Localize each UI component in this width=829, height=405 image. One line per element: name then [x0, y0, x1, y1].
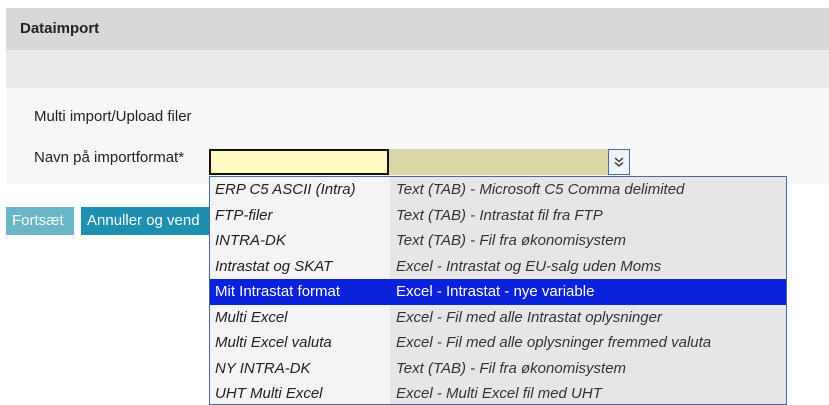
- dropdown-option[interactable]: Mit Intrastat format Excel - Intrastat -…: [210, 279, 786, 305]
- option-name: INTRA-DK: [210, 228, 390, 254]
- option-name: UHT Multi Excel: [210, 381, 390, 404]
- import-format-input[interactable]: [209, 149, 389, 175]
- option-name: FTP-filer: [210, 202, 390, 228]
- option-description: Excel - Intrastat og EU-salg uden Moms: [390, 253, 786, 279]
- import-format-label: Navn på importformat*: [34, 149, 185, 166]
- option-description: Excel - Multi Excel fil med UHT: [390, 381, 786, 404]
- panel-toolbar: [6, 50, 829, 88]
- option-name: NY INTRA-DK: [210, 355, 390, 381]
- continue-button[interactable]: Fortsæt: [6, 207, 74, 235]
- import-format-dropdown-list[interactable]: ERP C5 ASCII (Intra) Text (TAB) - Micros…: [209, 176, 787, 405]
- dropdown-option[interactable]: Multi Excel valuta Excel - Fil med alle …: [210, 330, 786, 356]
- option-name: ERP C5 ASCII (Intra): [210, 177, 390, 203]
- option-description: Text (TAB) - Fil fra økonomisystem: [390, 355, 786, 381]
- dropdown-option[interactable]: ERP C5 ASCII (Intra) Text (TAB) - Micros…: [210, 177, 786, 203]
- option-name: Mit Intrastat format: [210, 279, 390, 305]
- cancel-return-button[interactable]: Annuller og vend: [81, 207, 211, 235]
- chevron-down-icon: [614, 157, 624, 167]
- option-description: Excel - Intrastat - nye variable: [390, 279, 786, 305]
- option-name: Multi Excel: [210, 304, 390, 330]
- dropdown-option[interactable]: FTP-filer Text (TAB) - Intrastat fil fra…: [210, 202, 786, 228]
- panel-title: Dataimport: [6, 8, 829, 50]
- dropdown-option[interactable]: NY INTRA-DK Text (TAB) - Fil fra økonomi…: [210, 355, 786, 381]
- dropdown-option[interactable]: Intrastat og SKAT Excel - Intrastat og E…: [210, 253, 786, 279]
- section-label: Multi import/Upload filer: [34, 108, 192, 125]
- dropdown-option[interactable]: Multi Excel Excel - Fil med alle Intrast…: [210, 304, 786, 330]
- dropdown-option[interactable]: UHT Multi Excel Excel - Multi Excel fil …: [210, 381, 786, 404]
- option-description: Text (TAB) - Fil fra økonomisystem: [390, 228, 786, 254]
- option-description: Excel - Fil med alle oplysninger fremmed…: [390, 330, 786, 356]
- option-description: Text (TAB) - Intrastat fil fra FTP: [390, 202, 786, 228]
- import-format-description: [389, 149, 608, 175]
- option-description: Excel - Fil med alle Intrastat oplysning…: [390, 304, 786, 330]
- dropdown-option[interactable]: INTRA-DK Text (TAB) - Fil fra økonomisys…: [210, 228, 786, 254]
- dropdown-toggle-button[interactable]: [608, 149, 630, 175]
- option-name: Intrastat og SKAT: [210, 253, 390, 279]
- option-name: Multi Excel valuta: [210, 330, 390, 356]
- option-description: Text (TAB) - Microsoft C5 Comma delimite…: [390, 177, 786, 203]
